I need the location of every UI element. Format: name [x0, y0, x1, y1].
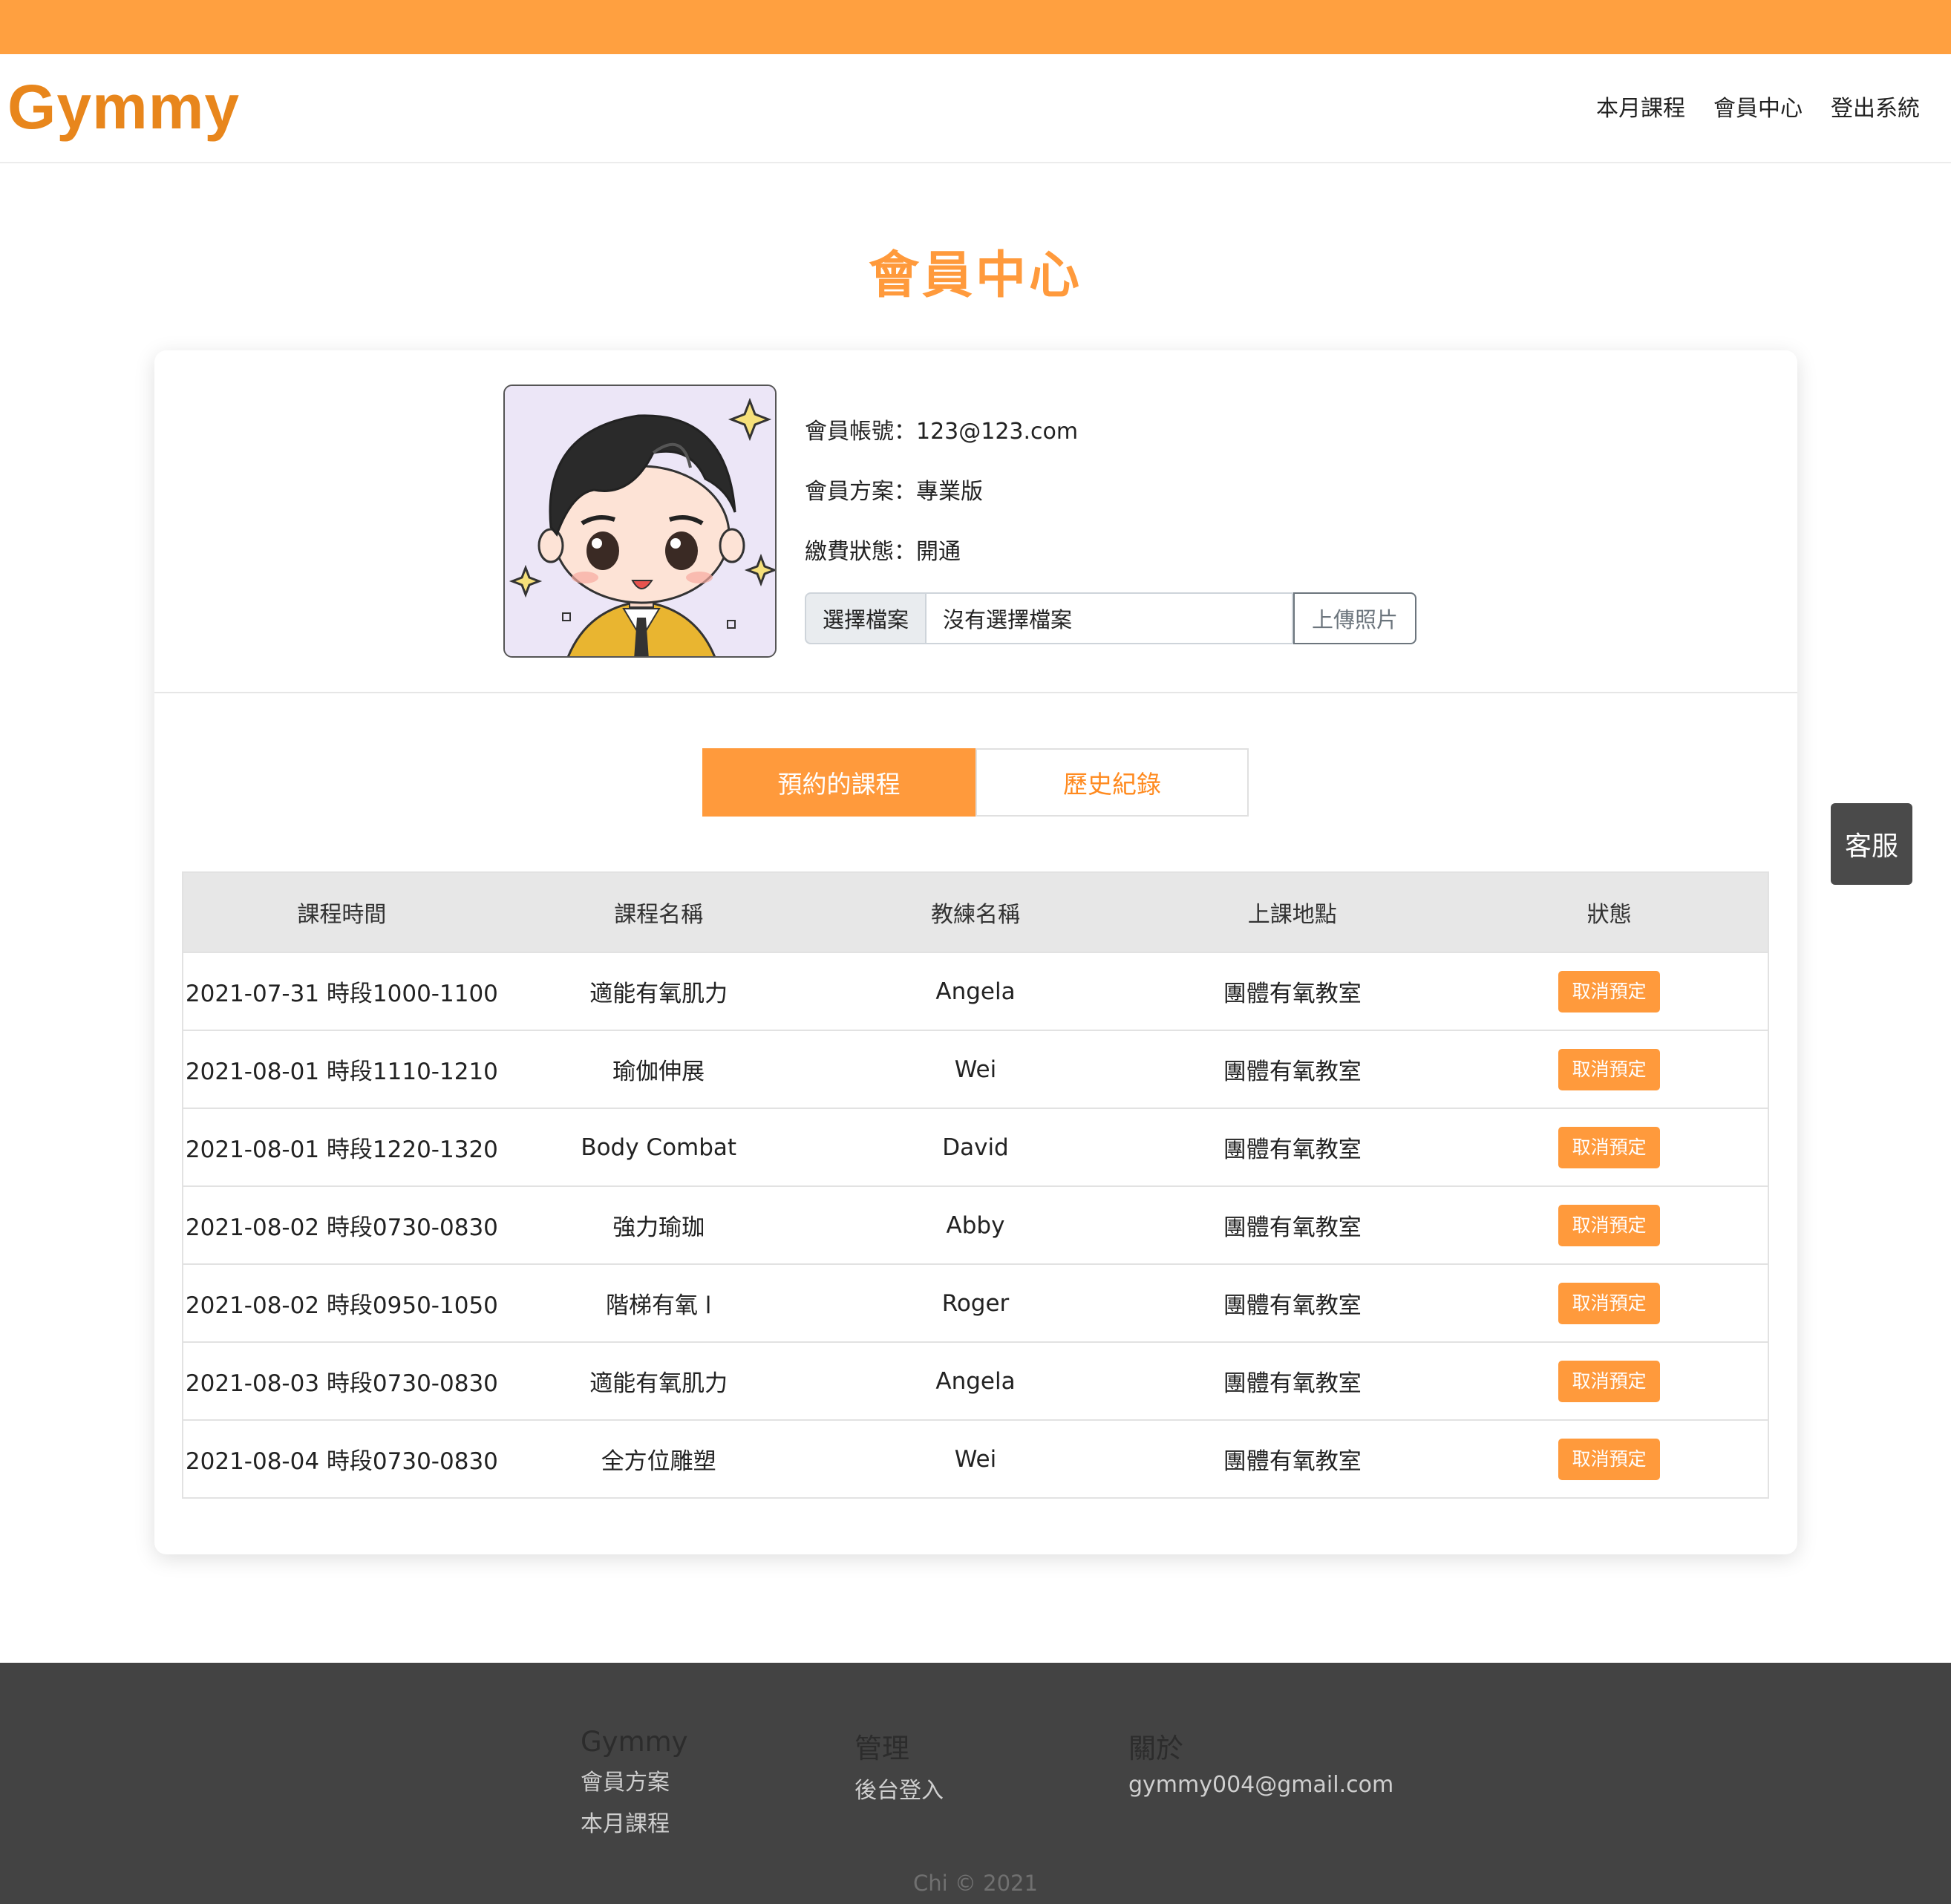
row-status: 取消預定: [1451, 1360, 1768, 1402]
row-coach: Roger: [941, 1289, 1010, 1317]
row-coach: David: [942, 1133, 1009, 1161]
footer-link-monthly-courses[interactable]: 本月課程: [581, 1805, 688, 1838]
account-value: 123@123.com: [916, 419, 1079, 445]
top-accent-bar: [0, 0, 1951, 54]
row-status: 取消預定: [1451, 970, 1768, 1012]
plan-value: 專業版: [916, 479, 983, 505]
cancel-booking-button[interactable]: 取消預定: [1558, 1048, 1661, 1090]
row-location: 團體有氧教室: [1223, 1292, 1362, 1319]
row-status: 取消預定: [1451, 1126, 1768, 1168]
row-location: 團體有氧教室: [1223, 1214, 1362, 1241]
table-row: 2021-08-02 時段0950-1050 階梯有氧 l Roger 團體有氧…: [183, 1263, 1768, 1341]
footer-col-about: 關於 gymmy004@gmail.com: [1128, 1726, 1393, 1807]
table-header-row: 課程時間 課程名稱 教練名稱 上課地點 狀態: [183, 873, 1768, 952]
footer-col-title: 管理: [854, 1733, 909, 1764]
customer-service-button[interactable]: 客服: [1831, 803, 1912, 885]
photo-upload-group: 選擇檔案 沒有選擇檔案 上傳照片: [805, 592, 1416, 644]
account-label: 會員帳號：: [805, 419, 916, 445]
footer-email-link[interactable]: gymmy004@gmail.com: [1128, 1772, 1393, 1798]
upload-photo-button[interactable]: 上傳照片: [1293, 592, 1416, 644]
row-time: 2021-08-02 時段0730-0830: [185, 1214, 498, 1241]
footer-col-title: 關於: [1128, 1733, 1183, 1764]
header-location: 上課地點: [1247, 902, 1337, 928]
row-coach: Angela: [935, 978, 1016, 1005]
tab-history[interactable]: 歷史紀錄: [975, 748, 1249, 817]
main-nav: 本月課程 會員中心 登出系統: [1596, 90, 1920, 122]
row-status: 取消預定: [1451, 1438, 1768, 1480]
cancel-booking-button[interactable]: 取消預定: [1558, 1282, 1661, 1324]
section-divider: [154, 692, 1797, 693]
nav-monthly-courses[interactable]: 本月課程: [1596, 90, 1685, 122]
plan-label: 會員方案：: [805, 479, 916, 505]
cancel-booking-button[interactable]: 取消預定: [1558, 970, 1661, 1012]
row-location: 團體有氧教室: [1223, 1370, 1362, 1397]
table-row: 2021-08-01 時段1110-1210 瑜伽伸展 Wei 團體有氧教室 取…: [183, 1030, 1768, 1108]
row-course: 階梯有氧 l: [605, 1292, 712, 1319]
header-status: 狀態: [1586, 902, 1632, 928]
cancel-booking-button[interactable]: 取消預定: [1558, 1204, 1661, 1246]
footer-link-member-plan[interactable]: 會員方案: [581, 1764, 688, 1796]
table-row: 2021-07-31 時段1000-1100 適能有氧肌力 Angela 團體有…: [183, 952, 1768, 1030]
row-course: 適能有氧肌力: [589, 1370, 728, 1397]
row-time: 2021-07-31 時段1000-1100: [185, 981, 498, 1007]
footer-link-admin-login[interactable]: 後台登入: [854, 1772, 944, 1805]
course-tabs: 預約的課程 歷史紀錄: [702, 748, 1249, 817]
row-course: 適能有氧肌力: [589, 981, 728, 1007]
row-time: 2021-08-01 時段1220-1320: [185, 1136, 498, 1163]
avatar: [503, 385, 777, 658]
member-card: 會員帳號：123@123.com 會員方案：專業版 繳費狀態：開通 選擇檔案 沒…: [154, 350, 1797, 1554]
cancel-booking-button[interactable]: 取消預定: [1558, 1438, 1661, 1480]
row-coach: Abby: [946, 1211, 1005, 1239]
tab-booked-courses[interactable]: 預約的課程: [702, 748, 975, 817]
nav-logout[interactable]: 登出系統: [1831, 90, 1920, 122]
nav-member-center[interactable]: 會員中心: [1713, 90, 1803, 122]
row-status: 取消預定: [1451, 1282, 1768, 1324]
header-coach: 教練名稱: [930, 902, 1020, 928]
footer-col-title: Gymmy: [581, 1726, 688, 1758]
row-course: 瑜伽伸展: [612, 1059, 705, 1085]
row-status: 取消預定: [1451, 1048, 1768, 1090]
row-status: 取消預定: [1451, 1204, 1768, 1246]
row-coach: Wei: [954, 1445, 997, 1473]
row-course: 全方位雕塑: [601, 1448, 716, 1475]
row-coach: Angela: [935, 1367, 1016, 1395]
plan-info: 會員方案：專業版: [805, 473, 983, 506]
row-course: 強力瑜珈: [612, 1214, 705, 1241]
row-location: 團體有氧教室: [1223, 981, 1362, 1007]
payment-info: 繳費狀態：開通: [805, 533, 961, 566]
cancel-booking-button[interactable]: 取消預定: [1558, 1126, 1661, 1168]
table-row: 2021-08-02 時段0730-0830 強力瑜珈 Abby 團體有氧教室 …: [183, 1185, 1768, 1263]
payment-value: 開通: [916, 539, 961, 565]
row-time: 2021-08-04 時段0730-0830: [185, 1448, 498, 1475]
table-row: 2021-08-03 時段0730-0830 適能有氧肌力 Angela 團體有…: [183, 1341, 1768, 1419]
footer-col-admin: 管理 後台登入: [854, 1726, 944, 1813]
row-location: 團體有氧教室: [1223, 1059, 1362, 1085]
cancel-booking-button[interactable]: 取消預定: [1558, 1360, 1661, 1402]
booked-courses-table: 課程時間 課程名稱 教練名稱 上課地點 狀態 2021-07-31 時段1000…: [182, 871, 1769, 1499]
table-row: 2021-08-04 時段0730-0830 全方位雕塑 Wei 團體有氧教室 …: [183, 1419, 1768, 1497]
page-title: 會員中心: [868, 246, 1082, 305]
payment-label: 繳費狀態：: [805, 539, 916, 565]
row-time: 2021-08-03 時段0730-0830: [185, 1370, 498, 1397]
brand-logo[interactable]: Gymmy: [7, 71, 240, 143]
table-row: 2021-08-01 時段1220-1320 Body Combat David…: [183, 1108, 1768, 1185]
row-location: 團體有氧教室: [1223, 1136, 1362, 1163]
header-time: 課程時間: [297, 902, 387, 928]
site-header: Gymmy 本月課程 會員中心 登出系統: [0, 54, 1951, 163]
header-course: 課程名稱: [614, 902, 704, 928]
avatar-illustration: [505, 386, 775, 656]
copyright: Chi © 2021: [913, 1871, 1038, 1896]
row-time: 2021-08-02 時段0950-1050: [185, 1292, 498, 1319]
site-footer: Gymmy 會員方案 本月課程 管理 後台登入 關於 gymmy004@gmai…: [0, 1663, 1951, 1904]
footer-col-gymmy: Gymmy 會員方案 本月課程: [581, 1726, 688, 1847]
row-course: Body Combat: [581, 1133, 737, 1161]
row-location: 團體有氧教室: [1223, 1448, 1362, 1475]
account-info: 會員帳號：123@123.com: [805, 413, 1078, 445]
file-name-field[interactable]: 沒有選擇檔案: [927, 592, 1293, 644]
row-coach: Wei: [954, 1056, 997, 1083]
row-time: 2021-08-01 時段1110-1210: [185, 1059, 498, 1085]
choose-file-button[interactable]: 選擇檔案: [805, 592, 927, 644]
